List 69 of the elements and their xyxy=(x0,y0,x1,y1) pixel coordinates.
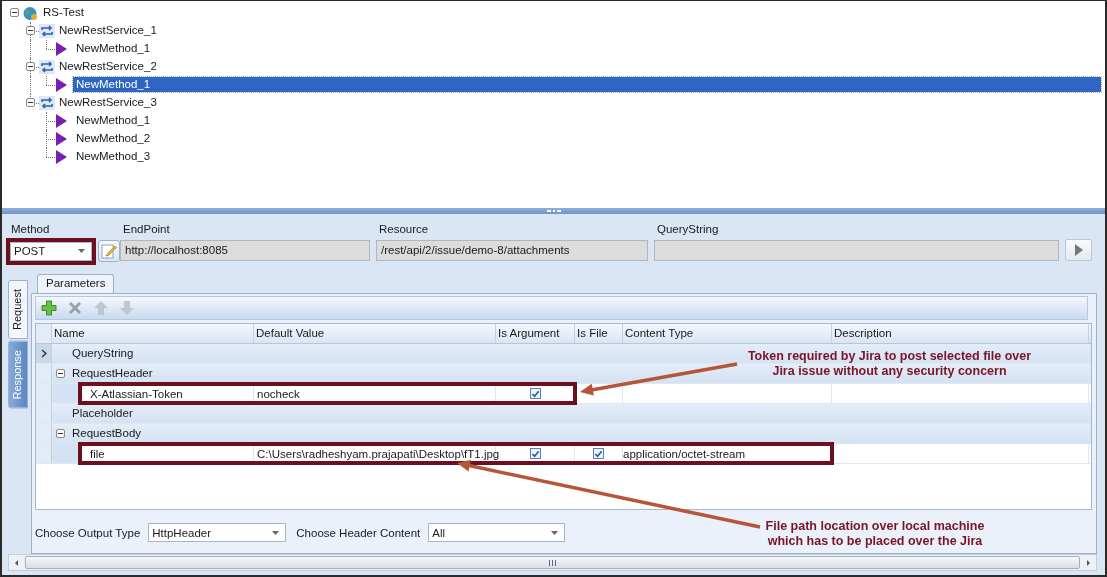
value-cell-text: nocheck xyxy=(257,386,300,402)
column-header[interactable]: Is File xyxy=(575,324,623,343)
group-row[interactable]: RequestHeader xyxy=(68,364,153,383)
collapse-toggle[interactable] xyxy=(26,26,35,35)
tree-item[interactable]: NewRestService_1 xyxy=(56,23,160,38)
column-header[interactable]: Is Argument xyxy=(496,324,575,343)
file-checkbox[interactable] xyxy=(593,448,604,459)
tree-item[interactable]: NewRestService_2 xyxy=(56,59,160,74)
argument-checkbox[interactable] xyxy=(529,448,541,459)
triangle-icon xyxy=(55,114,67,128)
collapse-toggle[interactable] xyxy=(10,8,19,17)
name-cell-text: X-Atlassian-Token xyxy=(90,386,183,402)
tree-item[interactable]: NewMethod_2 xyxy=(73,131,154,146)
triangle-icon xyxy=(55,78,67,92)
tree-item[interactable]: NewMethod_1 xyxy=(73,113,154,128)
value-cell-text: C:\Users\radheshyam.prajapati\Desktop\fT1.jpg xyxy=(257,446,500,462)
callout-text: Token required by Jira to post selected file over Jira issue without any security concern xyxy=(746,349,1033,379)
add-icon[interactable] xyxy=(41,300,57,316)
collapse-toggle[interactable] xyxy=(26,62,35,71)
cycle-arrows-icon xyxy=(39,60,55,74)
column-header[interactable]: Content Type xyxy=(623,324,832,343)
caret-icon xyxy=(78,249,85,253)
cycle-arrows-icon xyxy=(39,96,55,110)
play-icon xyxy=(1074,244,1083,256)
resource-label: Resource xyxy=(378,222,430,237)
method-label: Method xyxy=(10,222,51,237)
tree-item[interactable]: NewMethod_3 xyxy=(73,149,154,164)
option-dropdown[interactable]: All xyxy=(428,523,566,542)
querystring-field[interactable] xyxy=(654,240,1059,261)
argument-checkbox[interactable] xyxy=(529,388,541,399)
pencil-icon xyxy=(101,243,117,259)
resource-field[interactable]: /rest/api/2/issue/demo-8/attachments xyxy=(376,240,648,261)
group-row[interactable]: RequestBody xyxy=(68,424,142,443)
splitter-handle[interactable] xyxy=(2,208,1105,214)
horizontal-scrollbar[interactable] xyxy=(8,554,1097,571)
header-corner xyxy=(36,324,52,343)
triangle-icon xyxy=(55,132,67,146)
run-button[interactable] xyxy=(1065,239,1092,261)
parameters-tab[interactable]: Parameters xyxy=(37,274,115,293)
caret-icon xyxy=(551,530,559,535)
endpoint-field[interactable]: http://localhost:8085 xyxy=(120,240,370,261)
globe-icon xyxy=(23,6,38,21)
column-header[interactable]: Description xyxy=(832,324,1089,343)
edit-button[interactable] xyxy=(98,240,120,262)
querystring-label: QueryString xyxy=(656,222,720,237)
side-tab[interactable]: Request xyxy=(8,280,28,339)
cycle-arrows-icon xyxy=(39,24,55,38)
collapse-toggle[interactable] xyxy=(55,429,65,438)
endpoint-label: EndPoint xyxy=(122,222,171,237)
group-row[interactable]: QueryString xyxy=(68,344,134,363)
tree-item[interactable]: NewMethod_1 xyxy=(73,77,1101,92)
collapse-toggle[interactable] xyxy=(55,369,65,378)
tree-item[interactable]: RS-Test xyxy=(40,5,87,20)
caret-icon xyxy=(272,530,280,535)
option-dropdown[interactable]: HttpHeader xyxy=(148,523,287,542)
option-label: Choose Output Type xyxy=(35,526,141,539)
content-type-cell-text: application/octet-stream xyxy=(623,446,746,462)
tree-item[interactable]: NewRestService_3 xyxy=(56,95,160,110)
row-indicator[interactable] xyxy=(36,344,52,363)
column-header[interactable]: Default Value xyxy=(254,324,496,343)
tree-item[interactable]: NewMethod_1 xyxy=(73,41,154,56)
option-label: Choose Header Content xyxy=(296,526,421,539)
triangle-icon xyxy=(55,42,67,56)
column-header[interactable]: Name xyxy=(52,324,254,343)
collapse-toggle[interactable] xyxy=(26,98,35,107)
name-cell-text: file xyxy=(90,446,105,462)
callout-text: File path location over local machine which has to be placed over the Jira xyxy=(764,519,986,549)
triangle-icon xyxy=(55,150,67,164)
group-row[interactable]: Placeholder xyxy=(68,404,133,423)
